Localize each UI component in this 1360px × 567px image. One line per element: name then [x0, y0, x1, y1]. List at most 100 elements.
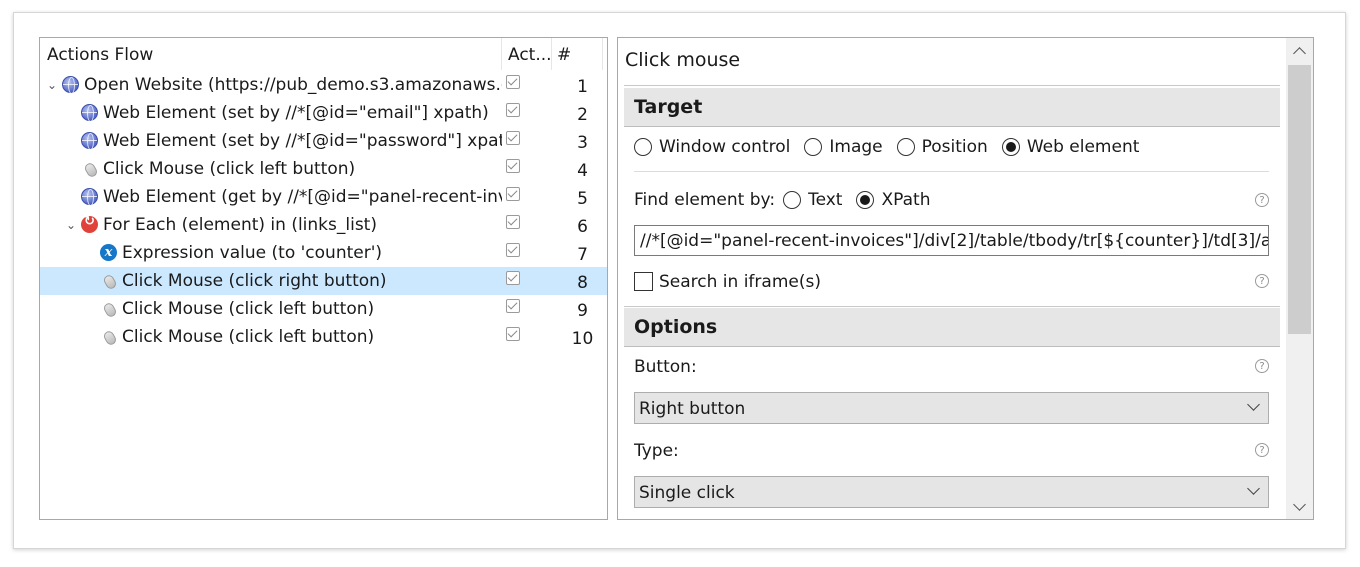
- globe-icon: [81, 132, 98, 150]
- button-select-value: Right button: [639, 399, 746, 419]
- row-number: 8: [577, 273, 588, 293]
- row-number: 7: [577, 245, 588, 265]
- active-checkbox[interactable]: [506, 75, 520, 89]
- radio-image[interactable]: [804, 138, 823, 156]
- active-checkbox[interactable]: [506, 299, 520, 313]
- radio-label[interactable]: Image: [829, 137, 882, 157]
- active-checkbox[interactable]: [506, 271, 520, 285]
- active-checkbox[interactable]: [506, 159, 520, 173]
- column-separator[interactable]: [551, 38, 552, 70]
- row-number: 10: [571, 329, 594, 349]
- button-select[interactable]: Right button: [634, 392, 1269, 424]
- xpath-input[interactable]: //*[@id="panel-recent-invoices"]/div[2]/…: [634, 225, 1269, 256]
- tree-row[interactable]: Click Mouse (click left button) 9: [40, 295, 607, 323]
- help-icon[interactable]: ?: [1255, 274, 1269, 288]
- tree-row-label: For Each (element) in (links_list): [103, 215, 377, 235]
- column-header-number[interactable]: #: [557, 38, 571, 70]
- tree-row-label: Web Element (set by //*[@id="password"] …: [103, 131, 502, 151]
- tree-row-label: Click Mouse (click left button): [122, 327, 375, 347]
- button-label: Button:: [634, 357, 697, 377]
- column-header-active[interactable]: Act...: [508, 38, 552, 70]
- tree-row-label: Open Website (https://pub_demo.s3.amazon…: [84, 75, 502, 95]
- tree-row-label: Web Element (get by //*[@id="panel-recen…: [103, 187, 502, 207]
- row-number: 9: [577, 301, 588, 321]
- radio-web-element[interactable]: [1001, 138, 1020, 156]
- section-title-options: Options: [634, 316, 718, 338]
- help-icon[interactable]: ?: [1255, 359, 1269, 373]
- divider: [634, 171, 1269, 172]
- tree-row-selected[interactable]: Click Mouse (click right button) 8: [40, 267, 607, 295]
- radio-position[interactable]: [896, 138, 915, 156]
- mouse-icon: [83, 161, 99, 179]
- tree-row-label: Click Mouse (click left button): [103, 159, 356, 179]
- tree-row-label: Click Mouse (click left button): [122, 299, 375, 319]
- help-icon[interactable]: ?: [1255, 193, 1269, 207]
- column-separator[interactable]: [501, 38, 502, 70]
- tree-row[interactable]: Web Element (set by //*[@id="email"] xpa…: [40, 99, 607, 127]
- chevron-down-icon: [1247, 398, 1260, 411]
- tree-row[interactable]: Web Element (get by //*[@id="panel-recen…: [40, 183, 607, 211]
- radio-text[interactable]: [783, 191, 802, 209]
- actions-flow-tree[interactable]: Actions Flow Act... # ⌄ Open Website (ht…: [39, 37, 608, 520]
- radio-xpath[interactable]: [856, 191, 875, 209]
- options-section-header: Options: [624, 308, 1280, 347]
- tree-header: Actions Flow Act... #: [40, 38, 607, 70]
- row-number: 4: [577, 161, 588, 181]
- tree-row[interactable]: ⌄ Open Website (https://pub_demo.s3.amaz…: [40, 71, 607, 99]
- active-checkbox[interactable]: [506, 327, 520, 341]
- tree-row-label: Web Element (set by //*[@id="email"] xpa…: [103, 103, 489, 123]
- active-checkbox[interactable]: [506, 243, 520, 257]
- column-separator[interactable]: [602, 38, 603, 70]
- radio-label[interactable]: Web element: [1027, 137, 1140, 157]
- vertical-scrollbar[interactable]: [1286, 38, 1313, 519]
- target-section-header: Target: [624, 88, 1280, 127]
- tree-row-label: Expression value (to 'counter'): [122, 243, 383, 263]
- scroll-down-arrow-icon[interactable]: [1286, 495, 1313, 519]
- radio-label[interactable]: Window control: [659, 137, 790, 157]
- search-iframes-checkbox[interactable]: [634, 272, 653, 291]
- row-number: 6: [577, 217, 588, 237]
- mouse-icon: [102, 273, 118, 291]
- row-number: 3: [577, 133, 588, 153]
- tree-row[interactable]: x Expression value (to 'counter') 7: [40, 239, 607, 267]
- active-checkbox[interactable]: [506, 215, 520, 229]
- active-checkbox[interactable]: [506, 103, 520, 117]
- panel-title: Click mouse: [625, 49, 741, 71]
- column-header-actions-flow[interactable]: Actions Flow: [47, 38, 153, 70]
- help-icon[interactable]: ?: [1255, 443, 1269, 457]
- scrollbar-thumb[interactable]: [1288, 65, 1311, 334]
- find-by-label: Find element by:: [634, 190, 776, 210]
- chevron-down-icon[interactable]: ⌄: [45, 75, 59, 95]
- scroll-up-arrow-icon[interactable]: [1286, 38, 1313, 62]
- radio-label[interactable]: XPath: [881, 190, 930, 210]
- target-radio-group: Window control Image Position Web elemen…: [634, 135, 1153, 159]
- radio-window-control[interactable]: [634, 138, 652, 156]
- mouse-icon: [102, 301, 118, 319]
- tree-row-label: Click Mouse (click right button): [122, 271, 387, 291]
- globe-icon: [81, 188, 98, 206]
- active-checkbox[interactable]: [506, 131, 520, 145]
- radio-label[interactable]: Text: [808, 190, 842, 210]
- properties-panel: Click mouse Target Window control Image …: [617, 37, 1314, 520]
- type-label: Type:: [634, 441, 679, 461]
- section-title-target: Target: [634, 96, 703, 118]
- row-number: 5: [577, 189, 588, 209]
- type-select-value: Single click: [639, 483, 735, 503]
- radio-label[interactable]: Position: [922, 137, 988, 157]
- type-select[interactable]: Single click: [634, 476, 1269, 508]
- divider: [624, 85, 1280, 86]
- loop-icon: [81, 214, 98, 233]
- chevron-down-icon[interactable]: ⌄: [64, 215, 78, 235]
- row-number: 2: [577, 105, 588, 125]
- tree-row[interactable]: Click Mouse (click left button) 4: [40, 155, 607, 183]
- globe-icon: [81, 104, 98, 122]
- globe-icon: [62, 76, 79, 94]
- mouse-icon: [102, 329, 118, 347]
- tree-row[interactable]: ⌄ For Each (element) in (links_list) 6: [40, 211, 607, 239]
- row-number: 1: [577, 77, 588, 97]
- tree-row[interactable]: Click Mouse (click left button) 10: [40, 323, 607, 351]
- active-checkbox[interactable]: [506, 187, 520, 201]
- divider: [624, 306, 1280, 307]
- tree-row[interactable]: Web Element (set by //*[@id="password"] …: [40, 127, 607, 155]
- search-iframes-label[interactable]: Search in iframe(s): [659, 272, 821, 292]
